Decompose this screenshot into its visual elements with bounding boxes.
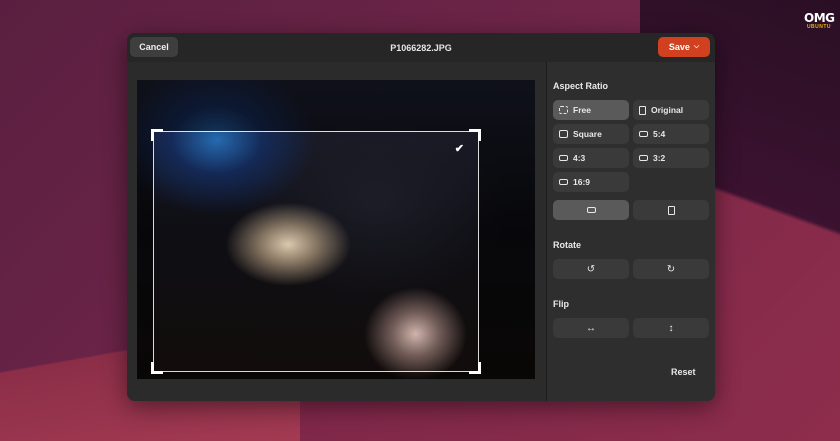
aspect-option-5-4[interactable]: 5:4 [633, 124, 709, 144]
aspect-ratio-title: Aspect Ratio [553, 81, 609, 91]
crop-handle-top-left[interactable] [151, 129, 163, 141]
aspect-option-label: 3:2 [653, 153, 666, 163]
crop-dialog-window: P1066282.JPG Cancel Save ⌵ ✔ Aspect Rati… [127, 33, 715, 401]
aspect-option-free[interactable]: Free [553, 100, 629, 120]
landscape-icon [586, 207, 596, 213]
rotate-right-button[interactable]: ↻ [633, 259, 709, 279]
ratio-icon [559, 179, 568, 185]
save-label: Save [668, 42, 690, 52]
logo-subtext: UBUNTU [806, 24, 832, 30]
rotate-left-button[interactable]: ↺ [553, 259, 629, 279]
flip-horizontal-button[interactable]: ↔ [553, 318, 629, 338]
orientation-landscape-button[interactable] [553, 200, 629, 220]
ratio-icon [639, 131, 648, 137]
aspect-option-label: 4:3 [573, 153, 586, 163]
crop-handle-bottom-right[interactable] [469, 362, 481, 374]
aspect-option-label: Square [573, 129, 602, 139]
chevron-down-icon: ⌵ [693, 43, 700, 50]
square-icon [559, 130, 568, 138]
cancel-button[interactable]: Cancel [130, 37, 178, 57]
orientation-portrait-button[interactable] [633, 200, 709, 220]
ratio-icon [559, 155, 568, 161]
crop-shade-top [137, 80, 535, 131]
aspect-option-4-3[interactable]: 4:3 [553, 148, 629, 168]
rotate-title: Rotate [553, 240, 582, 250]
rotate-left-icon: ↺ [586, 263, 596, 275]
crop-shade-left [137, 131, 153, 372]
ratio-icon [639, 155, 648, 161]
flip-horizontal-icon: ↔ [586, 322, 596, 334]
aspect-option-original[interactable]: Original [633, 100, 709, 120]
aspect-option-label: Original [651, 105, 684, 115]
crop-sidebar: Aspect Ratio Free Original Square 5:4 4:… [546, 62, 715, 401]
window-title: P1066282.JPG [390, 42, 452, 53]
photo-frame: ✔ [137, 80, 535, 379]
flip-title: Flip [553, 299, 569, 309]
titlebar: P1066282.JPG Cancel Save ⌵ [127, 33, 715, 62]
checkmark-icon[interactable]: ✔ [455, 142, 464, 155]
flip-vertical-button[interactable]: ↕ [633, 318, 709, 338]
aspect-option-label: 5:4 [653, 129, 666, 139]
aspect-option-16-9[interactable]: 16:9 [553, 172, 629, 192]
free-crop-icon [559, 106, 568, 114]
aspect-option-3-2[interactable]: 3:2 [633, 148, 709, 168]
logo-text: OMG [804, 11, 835, 25]
portrait-icon [667, 205, 675, 215]
omg-ubuntu-logo: OMG UBUNTU [804, 11, 835, 30]
aspect-option-label: 16:9 [573, 177, 591, 187]
crop-rectangle[interactable]: ✔ [151, 129, 481, 374]
image-canvas: ✔ [127, 62, 546, 401]
crop-handle-top-right[interactable] [469, 129, 481, 141]
aspect-option-label: Free [573, 105, 591, 115]
original-image-icon [639, 105, 646, 115]
reset-button[interactable]: Reset [671, 367, 696, 377]
crop-shade-right [479, 131, 535, 372]
flip-vertical-icon: ↕ [668, 322, 674, 334]
rotate-right-icon: ↻ [666, 263, 676, 275]
aspect-option-square[interactable]: Square [553, 124, 629, 144]
save-button[interactable]: Save ⌵ [658, 37, 710, 57]
crop-handle-bottom-left[interactable] [151, 362, 163, 374]
